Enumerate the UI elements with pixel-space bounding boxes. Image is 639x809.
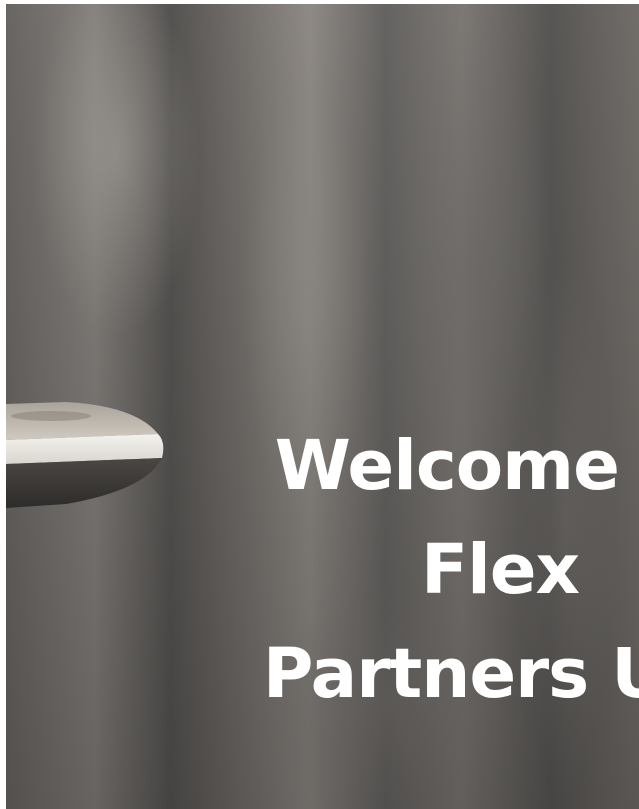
welcome-title: Welcome To Flex Partners Uni — [220, 414, 639, 726]
welcome-title-line-2: Flex — [420, 530, 580, 610]
hero-device-image — [6, 402, 164, 508]
page: Welcome To Flex Partners Uni — [0, 0, 639, 809]
hero-banner: Welcome To Flex Partners Uni — [6, 4, 639, 809]
welcome-title-line-1: Welcome To — [274, 426, 639, 506]
welcome-title-line-3: Partners Uni — [262, 634, 639, 714]
